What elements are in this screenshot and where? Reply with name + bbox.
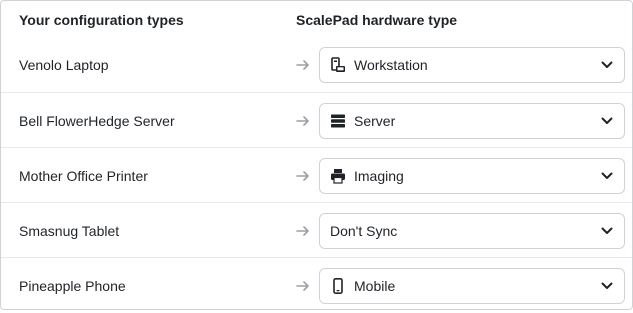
mapping-row: Smasnug Tablet Don't Sync [1,202,632,258]
chevron-down-icon [601,117,613,124]
mapping-row: Venolo Laptop Workstation [1,37,632,92]
server-icon [331,114,345,127]
chevron-down-icon [601,172,613,179]
arrow-right-icon [296,170,309,181]
arrow-right-icon [296,115,309,126]
configuration-type-label: Bell FlowerHedge Server [19,112,175,129]
select-value: Mobile [354,277,396,294]
configuration-type-label: Pineapple Phone [19,277,126,294]
printer-icon [331,168,345,184]
mapping-row: Mother Office Printer Imaging [1,147,632,203]
column-headers: Your configuration types ScalePad hardwa… [1,1,632,37]
chevron-down-icon [601,282,613,289]
select-value: Imaging [354,167,404,184]
arrow-right-icon [296,59,309,70]
select-value: Don't Sync [330,222,398,239]
hardware-type-select[interactable]: Mobile [319,267,625,304]
configuration-type-label: Mother Office Printer [19,167,148,184]
hardware-type-select[interactable]: Don't Sync [319,212,625,249]
configuration-type-label: Venolo Laptop [19,56,109,73]
column-header-configuration-types: Your configuration types [19,12,184,28]
arrow-right-icon [296,280,309,291]
configuration-mapping-panel: Your configuration types ScalePad hardwa… [0,0,633,310]
chevron-down-icon [601,61,613,68]
arrow-right-icon [296,225,309,236]
select-value: Server [354,112,396,129]
select-value: Workstation [354,56,428,73]
chevron-down-icon [601,227,613,234]
mobile-icon [333,277,343,294]
workstation-icon [331,56,345,72]
hardware-type-select[interactable]: Imaging [319,157,625,194]
column-header-hardware-type: ScalePad hardware type [296,12,458,28]
configuration-type-label: Smasnug Tablet [19,222,120,239]
mapping-row: Pineapple Phone Mobile [1,257,632,313]
hardware-type-select[interactable]: Workstation [319,46,625,83]
hardware-type-select[interactable]: Server [319,102,625,139]
mapping-row: Bell FlowerHedge Server Server [1,92,632,148]
